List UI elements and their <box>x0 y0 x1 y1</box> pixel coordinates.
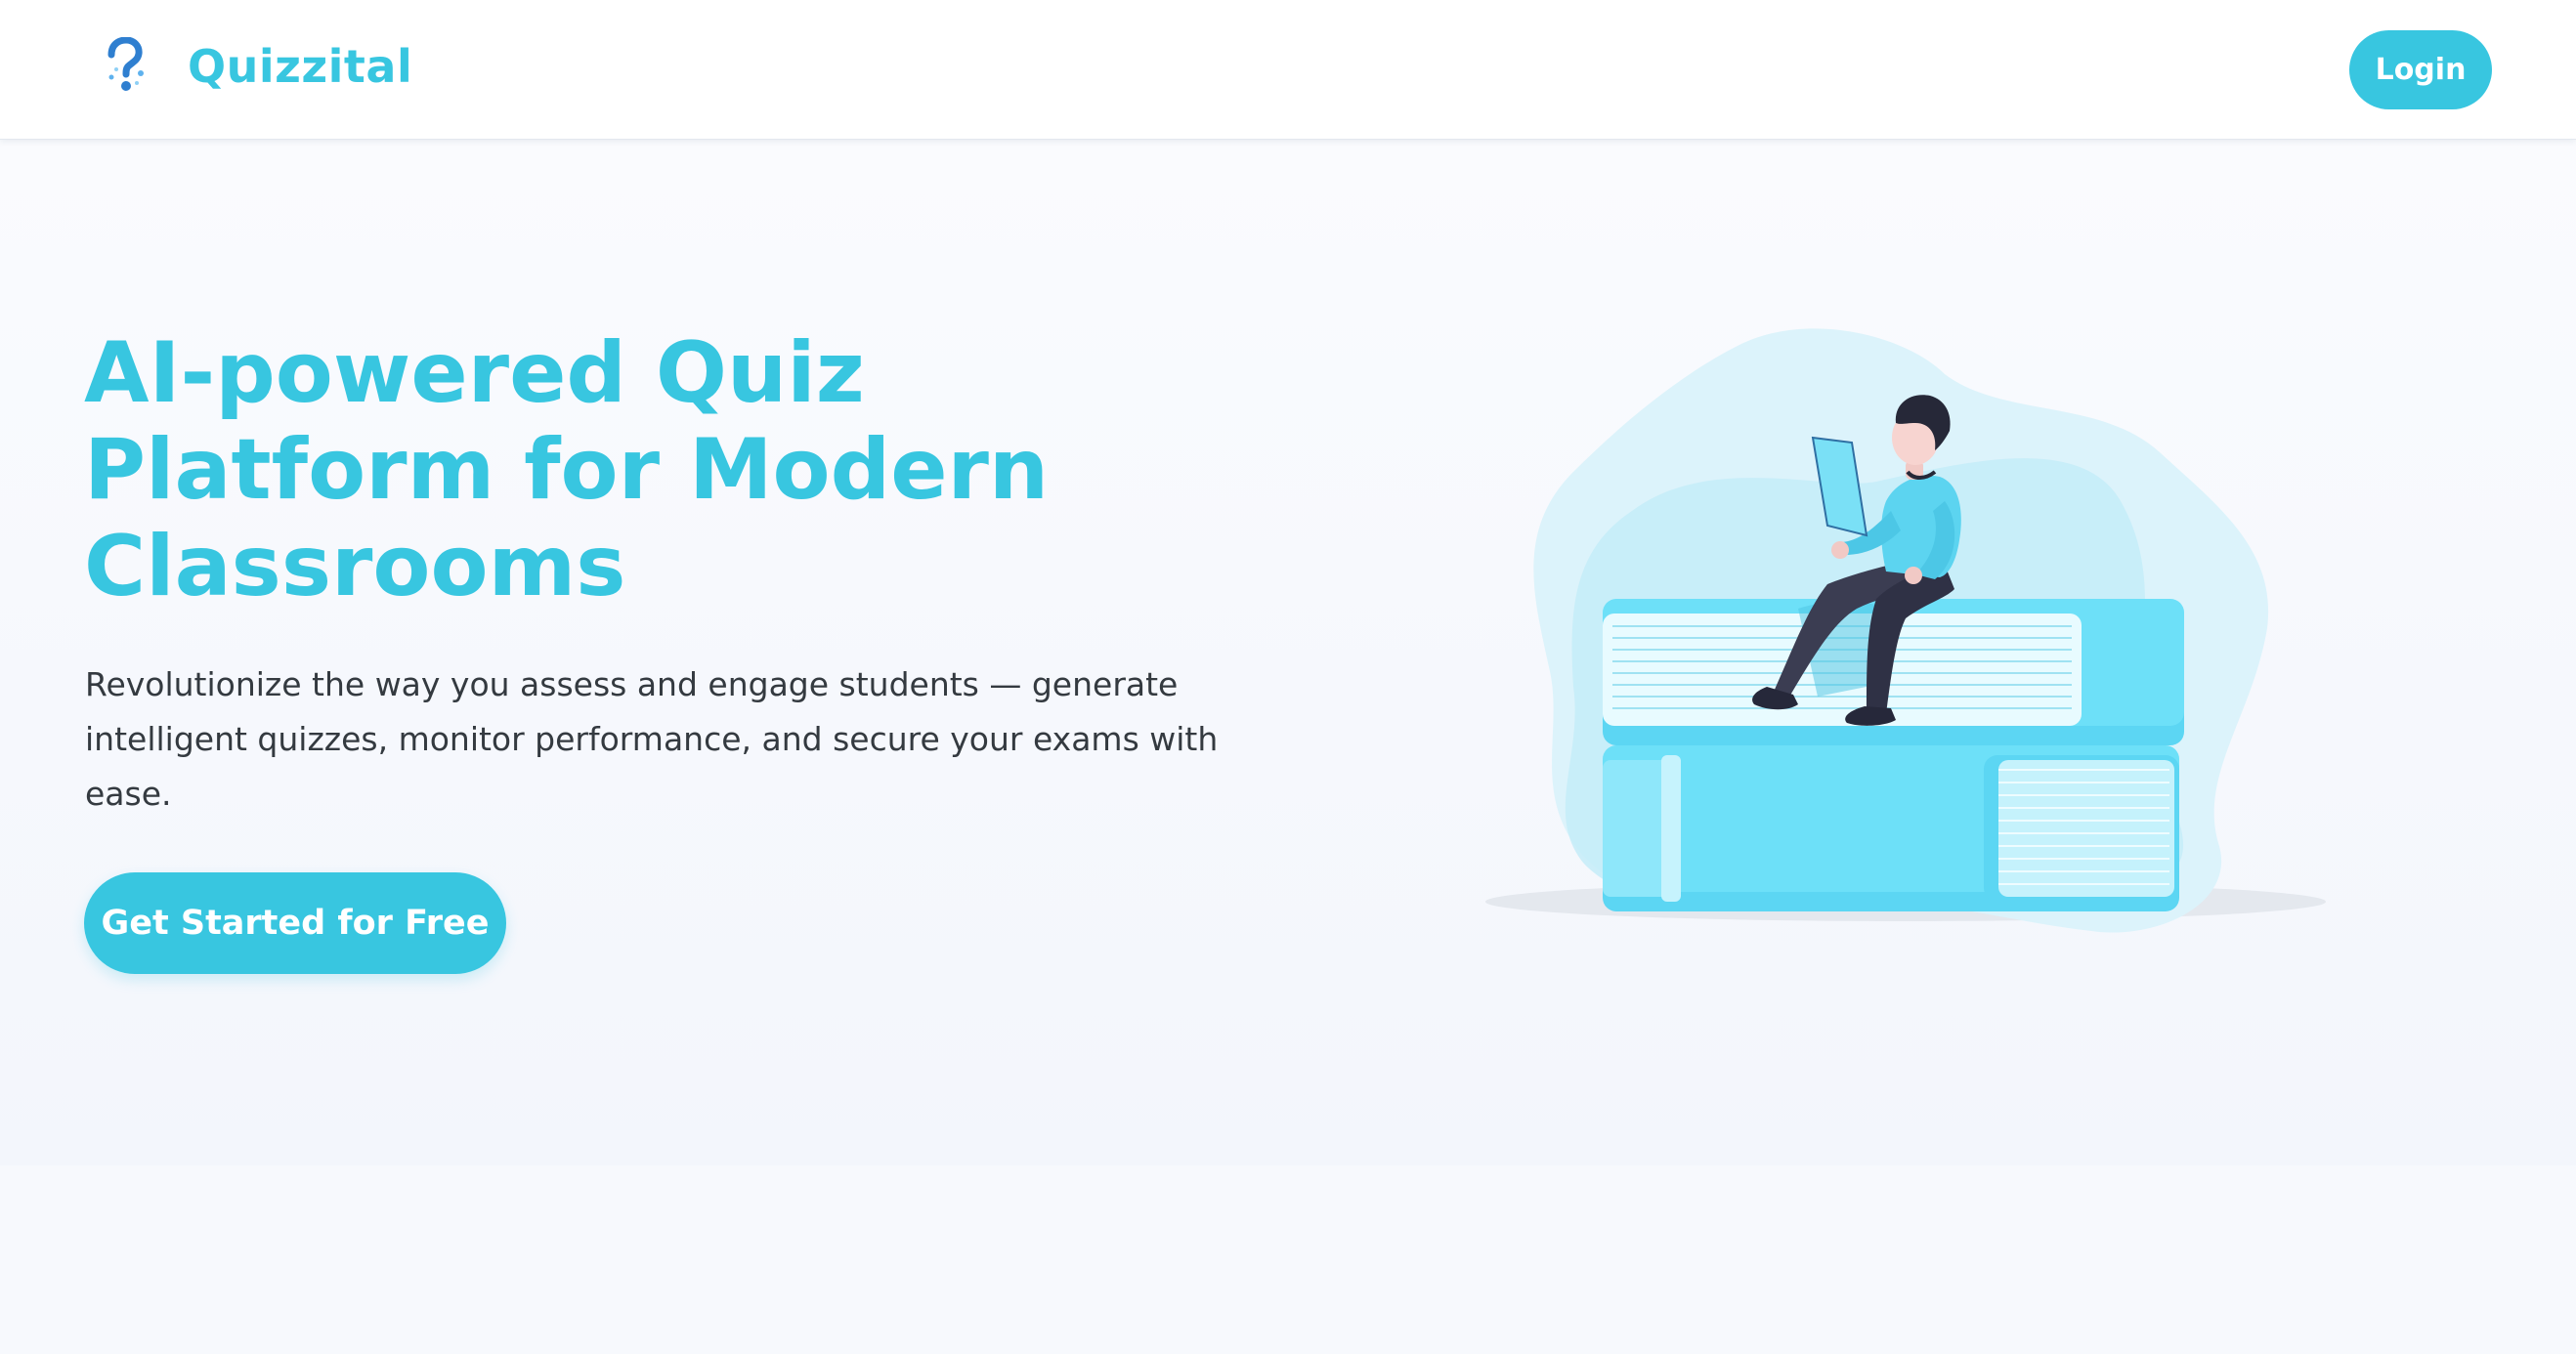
site-header: Quizzital Login <box>0 0 2576 140</box>
logo[interactable]: Quizzital <box>102 37 412 96</box>
hero-section: AI-powered Quiz Platform for Modern Clas… <box>0 140 2576 1165</box>
login-button[interactable]: Login <box>2349 30 2492 109</box>
get-started-button[interactable]: Get Started for Free <box>84 872 506 974</box>
student-reading-on-books-illustration <box>1485 328 2326 933</box>
hero-title: AI-powered Quiz Platform for Modern Clas… <box>84 324 1050 615</box>
hero-subtitle: Revolutionize the way you assess and eng… <box>85 665 1219 813</box>
question-mark-icon <box>107 37 144 91</box>
brand-name: Quizzital <box>188 40 413 93</box>
